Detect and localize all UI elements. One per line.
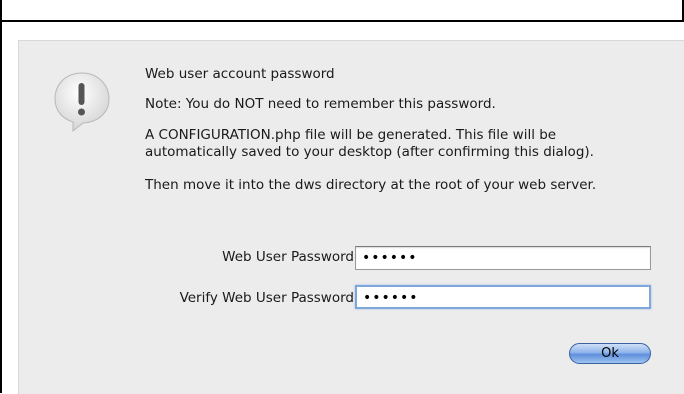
verify-password-label: Verify Web User Password bbox=[179, 290, 354, 306]
password-dialog: Web user account password Note: You do N… bbox=[18, 40, 684, 394]
dialog-instruction: Then move it into the dws directory at t… bbox=[145, 177, 597, 193]
ok-button[interactable]: Ok bbox=[569, 343, 651, 364]
window-frame-left bbox=[0, 0, 2, 393]
password-label: Web User Password bbox=[222, 249, 354, 265]
dialog-note: Note: You do NOT need to remember this p… bbox=[145, 96, 496, 112]
password-field[interactable]: •••••• bbox=[355, 246, 651, 270]
dialog-heading: Web user account password bbox=[145, 66, 335, 82]
dialog-info-line-2: automatically saved to your desktop (aft… bbox=[145, 144, 594, 160]
alert-icon bbox=[54, 72, 110, 133]
verify-password-field[interactable]: •••••• bbox=[355, 285, 651, 309]
dialog-info-line-1: A CONFIGURATION.php file will be generat… bbox=[145, 127, 557, 143]
window-frame-top bbox=[0, 0, 684, 22]
